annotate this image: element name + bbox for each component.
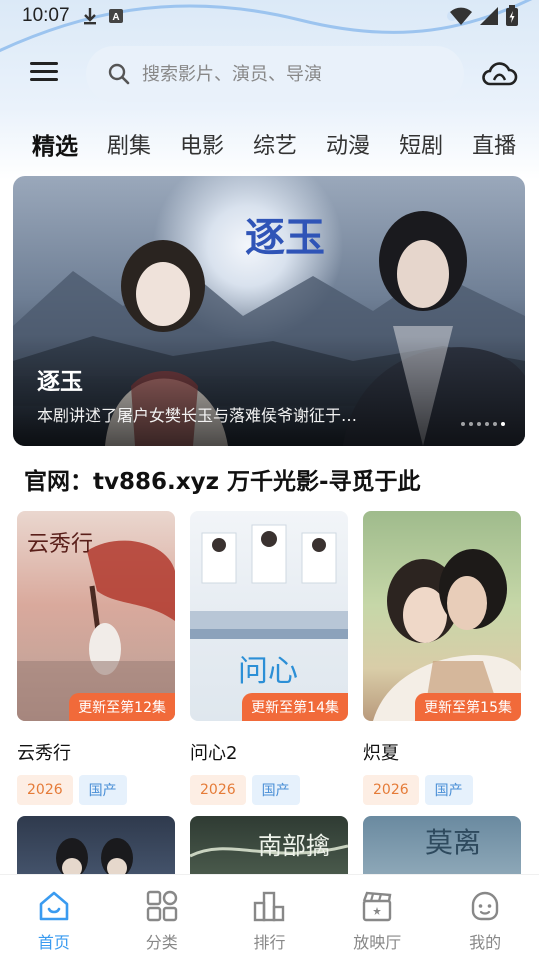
status-time: 10:07 [22,5,70,26]
poster-image: 问心 更新至第14集 [190,511,348,721]
tab-live[interactable]: 直播 [472,128,516,160]
search-input[interactable] [142,63,442,85]
clapperboard-icon [363,891,392,922]
top-header [0,44,539,104]
banner-shade [13,336,525,446]
poster-title: 云秀行 [27,532,93,557]
nav-theater[interactable]: 放映厅 [323,875,431,959]
pagination-dot[interactable] [461,422,465,426]
tab-featured[interactable]: 精选 [32,127,78,161]
signal-icon [480,7,498,25]
tab-short-drama[interactable]: 短剧 [399,128,443,160]
poster-art [373,549,521,721]
year-tag: 2026 [190,775,246,805]
cloud-icon[interactable] [480,56,518,92]
card-title: 云秀行 [17,743,71,764]
year-tag: 2026 [17,775,73,805]
nav-label: 分类 [145,933,178,952]
video-card-partial[interactable]: 南部擒 [190,816,348,876]
nav-ranking[interactable]: 排行 [216,875,324,959]
nav-label: 我的 [469,933,502,952]
episode-badge: 更新至第14集 [242,693,348,721]
region-tag: 国产 [251,775,300,805]
ranking-podium-icon [254,891,285,922]
poster-art [56,838,133,876]
poster-art: 问心 [190,524,348,689]
wifi-icon [450,7,472,25]
video-card[interactable]: 问心 更新至第14集 问心2 2026 国产 [190,511,348,805]
menu-bar [30,62,58,65]
featured-banner[interactable]: 逐玉 逐玉 本剧讲述了屠户女樊长玉与落难侯爷谢征于… [13,176,525,446]
poster-art: 南部擒 [190,832,348,860]
status-bar: 10:07 A [0,0,539,32]
poster-art: 莫离 [425,826,481,859]
poster-title: 问心 [238,654,298,689]
video-card-partial[interactable] [17,816,175,876]
category-tabs: 精选 剧集 电影 综艺 动漫 短剧 直播 [0,122,539,166]
pagination-dot[interactable] [493,422,497,426]
year-tag: 2026 [363,775,419,805]
poster-art: 云秀行 [17,532,175,721]
search-icon [108,63,130,85]
poster-title: 莫离 [425,826,481,859]
menu-bar [30,70,58,73]
episode-badge: 更新至第15集 [415,693,521,721]
video-card[interactable]: 更新至第15集 炽夏 2026 国产 [363,511,521,805]
download-icon [83,8,96,25]
episode-badge: 更新至第12集 [69,693,175,721]
nav-label: 放映厅 [353,933,402,952]
banner-description: 本剧讲述了屠户女樊长玉与落难侯爷谢征于… [37,406,358,425]
tab-series[interactable]: 剧集 [107,128,151,160]
region-tag: 国产 [78,775,127,805]
video-card[interactable]: 云秀行 更新至第12集 云秀行 2026 国产 [17,511,175,805]
battery-icon [506,5,518,26]
poster-image: 更新至第15集 [363,511,521,721]
home-icon [39,891,69,921]
banner-title: 逐玉 [37,369,83,395]
pagination-dot[interactable] [477,422,481,426]
nav-category[interactable]: 分类 [108,875,216,959]
region-tag: 国产 [424,775,473,805]
nav-profile[interactable]: 我的 [431,875,539,959]
svg-text:A: A [112,12,119,23]
menu-bar [30,78,58,81]
bottom-navigation: 首页 分类 排行 放映厅 我的 [0,874,539,959]
nav-home[interactable]: 首页 [0,875,108,959]
video-card-partial[interactable]: 莫离 [363,816,521,876]
pagination-dot-active[interactable] [501,422,505,426]
banner-calligraphy: 逐玉 [245,214,325,261]
section-title: 官网：tv886.xyz 万千光影-寻觅于此 [24,469,421,495]
search-box[interactable] [86,46,464,102]
poster-title: 南部擒 [258,832,330,860]
nav-label: 首页 [37,933,70,952]
notification-a-icon: A [108,9,123,23]
banner-pagination [461,422,505,426]
card-title: 炽夏 [363,743,399,764]
tab-movies[interactable]: 电影 [180,128,224,160]
pagination-dot[interactable] [469,422,473,426]
menu-button[interactable] [30,62,58,86]
tab-anime[interactable]: 动漫 [326,128,370,160]
pagination-dot[interactable] [485,422,489,426]
card-title: 问心2 [190,743,238,764]
nav-label: 排行 [253,933,286,952]
profile-face-icon [471,891,499,921]
tab-variety[interactable]: 综艺 [253,128,297,160]
category-grid-icon [146,890,177,922]
poster-image: 云秀行 更新至第12集 [17,511,175,721]
